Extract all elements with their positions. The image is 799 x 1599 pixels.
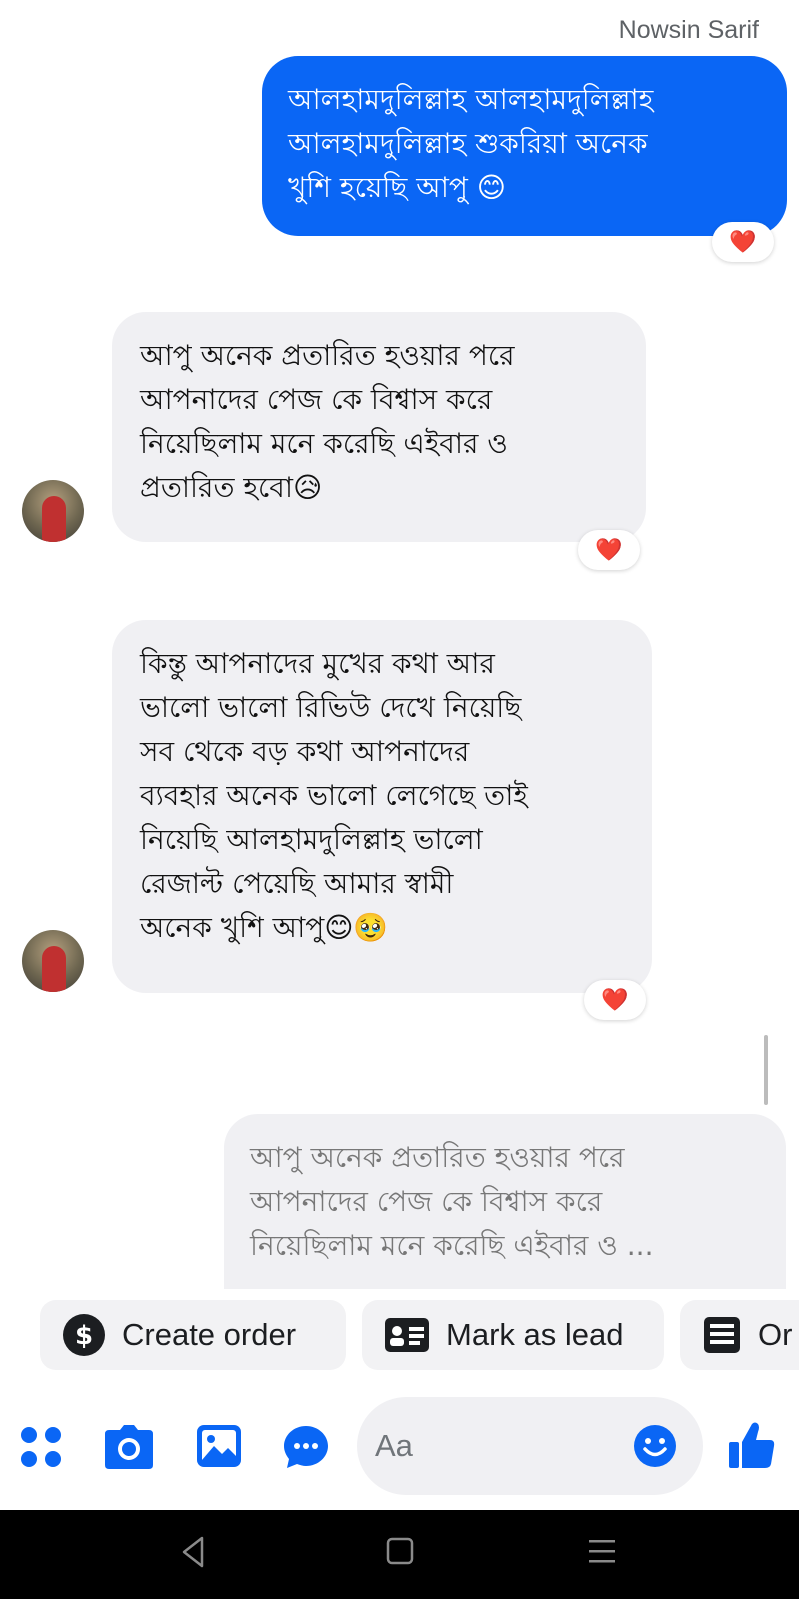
third-action-label: Or — [758, 1317, 793, 1352]
message-input[interactable]: Aa — [357, 1397, 703, 1495]
create-order-button[interactable]: $ Create order — [40, 1300, 346, 1370]
reply-preview[interactable]: আপু অনেক প্রতারিত হওয়ার পরে আপনাদের পেজ… — [224, 1114, 786, 1289]
message-placeholder: Aa — [375, 1428, 413, 1463]
home-icon[interactable] — [385, 1534, 415, 1574]
avatar[interactable] — [22, 930, 84, 992]
avatar[interactable] — [22, 480, 84, 542]
emoji-icon[interactable] — [633, 1424, 677, 1476]
heart-reaction[interactable]: ❤️ — [712, 222, 774, 262]
gallery-icon[interactable] — [196, 1424, 242, 1468]
outgoing-message[interactable]: আলহামদুলিল্লাহ আলহামদুলিল্লাহ আলহামদুলিল… — [262, 56, 787, 236]
third-action-button[interactable]: Or — [680, 1300, 799, 1370]
mark-as-lead-label: Mark as lead — [446, 1317, 624, 1352]
heart-icon: ❤️ — [601, 987, 629, 1013]
sender-name: Nowsin Sarif — [618, 16, 759, 44]
menu-icon[interactable] — [586, 1534, 618, 1574]
list-icon — [702, 1315, 742, 1355]
system-navigation-bar — [0, 1510, 799, 1599]
incoming-message[interactable]: আপু অনেক প্রতারিত হওয়ার পরে আপনাদের পেজ… — [112, 312, 646, 542]
apps-icon[interactable] — [18, 1424, 64, 1470]
chat-bubble-icon[interactable] — [282, 1424, 330, 1470]
heart-reaction[interactable]: ❤️ — [578, 530, 640, 570]
heart-icon: ❤️ — [729, 229, 757, 255]
dollar-icon: $ — [62, 1313, 106, 1357]
incoming-message[interactable]: কিন্তু আপনাদের মুখের কথা আর ভালো ভালো রি… — [112, 620, 652, 993]
contact-card-icon — [384, 1317, 430, 1353]
heart-reaction[interactable]: ❤️ — [584, 980, 646, 1020]
svg-text:$: $ — [75, 1321, 93, 1351]
heart-icon: ❤️ — [595, 537, 623, 563]
like-icon[interactable] — [728, 1420, 776, 1470]
create-order-label: Create order — [122, 1317, 297, 1352]
mark-as-lead-button[interactable]: Mark as lead — [362, 1300, 664, 1370]
back-icon[interactable] — [178, 1534, 208, 1574]
camera-icon[interactable] — [104, 1424, 154, 1470]
scrollbar[interactable] — [764, 1035, 768, 1105]
